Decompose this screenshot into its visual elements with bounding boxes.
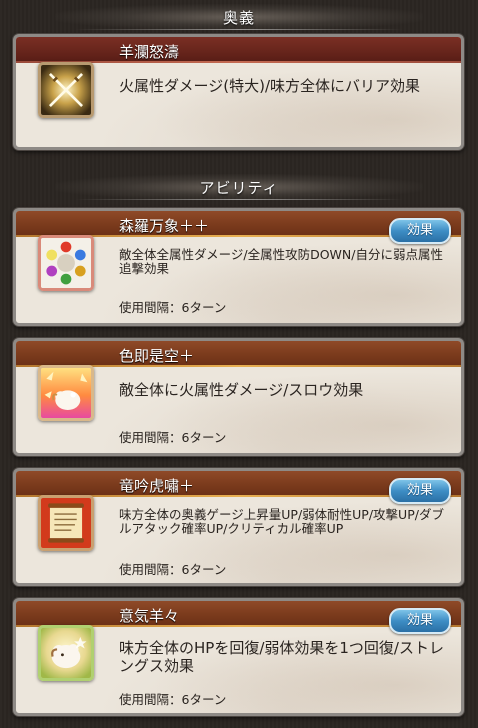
scroll-icon	[38, 495, 94, 551]
ability-cooldown: 使用間隔：6ターン	[119, 562, 227, 577]
ougi-name-bar	[16, 37, 461, 63]
ability-cooldown: 使用間隔：6ターン	[119, 692, 227, 707]
ability-section-header: アビリティ	[55, 174, 423, 200]
crossed-swords-icon	[38, 62, 94, 118]
ability-cooldown: 使用間隔：6ターン	[119, 430, 227, 445]
ability-description: 味方全体の奥義ゲージ上昇量UP/弱体耐性UP/攻撃UP/ダブルアタック確率UP/…	[119, 507, 444, 537]
ability-section-title: アビリティ	[199, 178, 279, 197]
header-divider	[75, 199, 403, 200]
sheep-heal-icon	[38, 625, 94, 681]
sheep-fire-icon	[38, 365, 94, 421]
ability-name: 意気羊々	[119, 607, 180, 625]
ability-description: 敵全体に火属性ダメージ/スロウ効果	[119, 381, 364, 399]
elemental-orbs-icon	[38, 235, 94, 291]
ability-name: 色即是空＋	[119, 347, 195, 365]
ability-card: 色即是空＋ 敵全体に火属性ダメージ/スロウ効果 使用間隔：6ターン	[13, 338, 464, 456]
header-divider	[75, 29, 403, 30]
ability-name-bar	[16, 341, 461, 367]
ougi-section-header: 奥義	[55, 4, 423, 30]
ougi-card: 羊瀾怒濤 火属性ダメージ(特大)/味方全体にバリア効果	[13, 34, 464, 150]
ability-card: 竜吟虎嘯＋ 効果 味方全体の奥義ゲージ上昇量UP/弱体耐性UP/攻撃UP/ダブル…	[13, 468, 464, 586]
ougi-name: 羊瀾怒濤	[119, 43, 180, 61]
ability-description: 味方全体のHPを回復/弱体効果を1つ回復/ストレングス効果	[119, 639, 444, 676]
ability-name: 竜吟虎嘯＋	[119, 477, 195, 495]
ougi-description: 火属性ダメージ(特大)/味方全体にバリア効果	[119, 77, 421, 95]
ability-name: 森羅万象＋＋	[119, 217, 210, 235]
ability-cooldown: 使用間隔：6ターン	[119, 300, 227, 315]
ougi-section-title: 奥義	[222, 8, 255, 27]
effect-button[interactable]: 効果	[389, 608, 451, 634]
effect-button[interactable]: 効果	[389, 478, 451, 504]
effect-button[interactable]: 効果	[389, 218, 451, 244]
ability-card: 意気羊々 効果 味方全体のHPを回復/弱体効果を1つ回復/ストレングス効果 使用…	[13, 598, 464, 716]
ability-description: 敵全体全属性ダメージ/全属性攻防DOWN/自分に弱点属性追撃効果	[119, 247, 443, 277]
ability-card: 森羅万象＋＋ 効果 敵全体全属性ダメージ/全属性攻防DOWN/自分に弱点属性追撃…	[13, 208, 464, 326]
